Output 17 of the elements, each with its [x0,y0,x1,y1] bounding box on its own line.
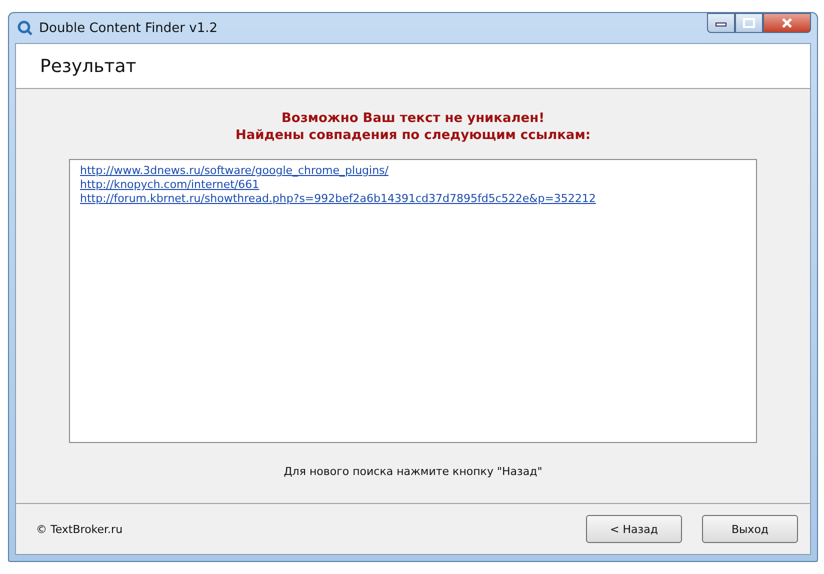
result-link[interactable]: http://forum.kbrnet.ru/showthread.php?s=992bef2a6b14391cd37d7895fd5c522e&p=352212 [80,192,596,205]
window-title: Double Content Finder v1.2 [39,20,218,36]
maximize-icon [743,18,755,28]
close-icon [781,17,793,29]
close-button[interactable] [763,13,811,33]
back-button[interactable]: < Назад [586,515,682,543]
minimize-button[interactable] [707,13,735,33]
copyright-text: © TextBroker.ru [36,522,123,536]
warning-text: Найдены совпадения по следующим ссылкам: [235,128,591,143]
result-link[interactable]: http://knopych.com/internet/661 [80,178,260,191]
exit-button[interactable]: Выход [702,515,798,543]
maximize-button[interactable] [735,13,763,33]
page-heading: Результат [40,56,136,76]
warning-text: Возможно Ваш текст не уникален! [281,111,544,126]
result-link[interactable]: http://www.3dnews.ru/software/google_chrome_plugins/ [80,164,388,177]
magnifier-icon [17,20,33,36]
hint-text: Для нового поиска нажмите кнопку "Назад" [284,465,542,478]
